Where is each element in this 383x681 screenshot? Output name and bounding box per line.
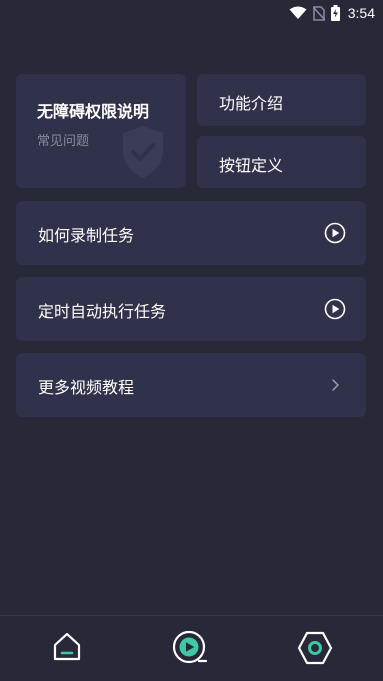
scheduled-auto-task-label: 定时自动执行任务 bbox=[38, 302, 167, 321]
button-definition-card[interactable]: 按钮定义 bbox=[197, 136, 366, 188]
feature-intro-label: 功能介绍 bbox=[219, 94, 284, 113]
play-circle-icon[interactable] bbox=[324, 222, 346, 248]
status-bar: 3:54 bbox=[0, 0, 383, 26]
more-video-tutorials-label: 更多视频教程 bbox=[38, 378, 135, 397]
no-sim-icon bbox=[312, 5, 325, 21]
home-icon[interactable] bbox=[51, 631, 83, 667]
feature-intro-card[interactable]: 功能介绍 bbox=[197, 74, 366, 126]
scheduled-auto-task-row[interactable]: 定时自动执行任务 bbox=[16, 277, 366, 341]
how-to-record-task-row[interactable]: 如何录制任务 bbox=[16, 201, 366, 265]
play-circle-icon[interactable] bbox=[324, 298, 346, 324]
video-tutorial-nav-icon[interactable] bbox=[172, 630, 210, 670]
chevron-right-icon bbox=[324, 374, 346, 400]
status-icons: 3:54 bbox=[289, 3, 375, 23]
hexagon-settings-icon[interactable] bbox=[297, 631, 333, 669]
status-time: 3:54 bbox=[347, 5, 375, 21]
permission-card-title: 无障碍权限说明 bbox=[37, 102, 150, 121]
permission-card-subtitle: 常见问题 bbox=[37, 134, 90, 149]
bottom-navigation bbox=[0, 615, 383, 681]
wifi-icon bbox=[289, 6, 307, 20]
how-to-record-task-label: 如何录制任务 bbox=[38, 226, 135, 245]
button-definition-label: 按钮定义 bbox=[219, 156, 284, 175]
battery-charging-icon bbox=[330, 5, 340, 21]
more-video-tutorials-row[interactable]: 更多视频教程 bbox=[16, 353, 366, 417]
accessibility-permission-card[interactable]: 无障碍权限说明 常见问题 bbox=[16, 74, 186, 188]
shield-check-icon bbox=[119, 124, 167, 184]
